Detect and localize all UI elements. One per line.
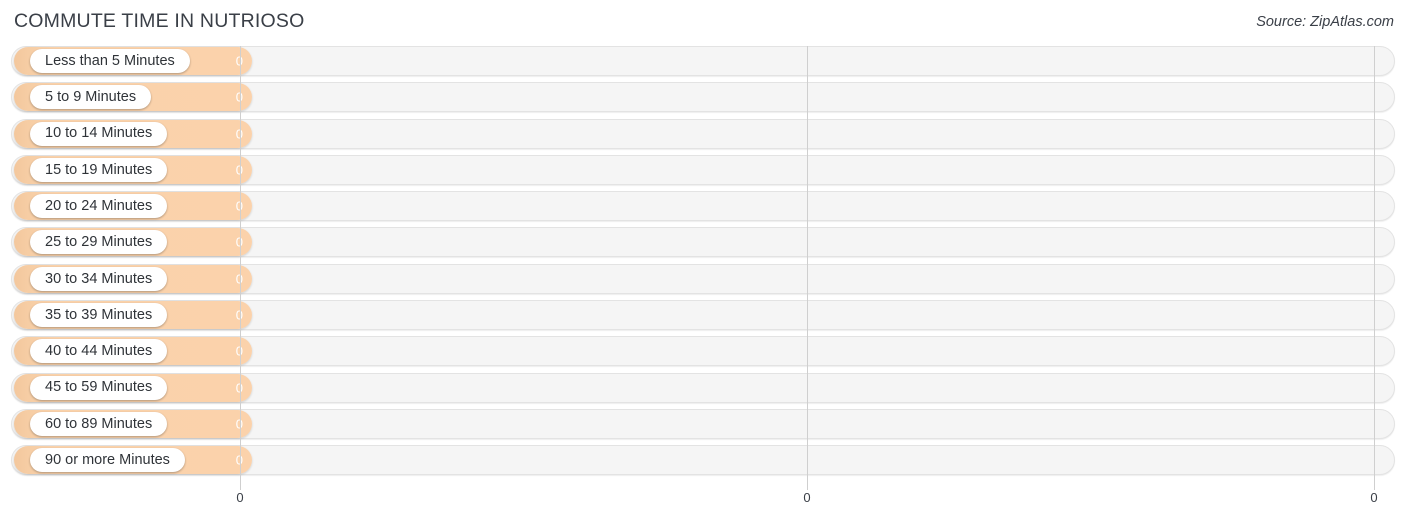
bar-category-label[interactable]: 45 to 59 Minutes [30, 375, 168, 400]
bar-value-label: 0 [235, 89, 243, 105]
bar-category-text: 35 to 39 Minutes [45, 306, 153, 323]
bar-category-text: 60 to 89 Minutes [45, 415, 153, 432]
bar-row[interactable]: 0 5 to 9 Minutes [0, 82, 1406, 113]
x-axis-tick-label: 0 [803, 490, 811, 505]
bar-category-text: 5 to 9 Minutes [45, 89, 137, 106]
bar-category-text: 20 to 24 Minutes [45, 197, 153, 214]
bar-row[interactable]: 0 20 to 24 Minutes [0, 191, 1406, 222]
bar-row[interactable]: 0 25 to 29 Minutes [0, 227, 1406, 258]
bar-row[interactable]: 0 60 to 89 Minutes [0, 408, 1406, 439]
bar-row[interactable]: 0 45 to 59 Minutes [0, 372, 1406, 403]
bar-value-label: 0 [235, 271, 243, 287]
bar-category-label[interactable]: 15 to 19 Minutes [30, 157, 168, 182]
chart-header: COMMUTE TIME IN NUTRIOSO Source: ZipAtla… [0, 0, 1406, 46]
bar-rows: 0 Less than 5 Minutes 0 5 to 9 Minutes 0 10 t… [0, 46, 1406, 482]
bar-value-label: 0 [235, 234, 243, 250]
bar-category-label[interactable]: 60 to 89 Minutes [30, 411, 168, 436]
bar-category-label[interactable]: 25 to 29 Minutes [30, 230, 168, 255]
bar-category-text: 45 to 59 Minutes [45, 379, 153, 396]
bar-category-label[interactable]: 35 to 39 Minutes [30, 303, 168, 328]
chart-plot-area: 0 Less than 5 Minutes 0 5 to 9 Minutes 0 10 t… [0, 46, 1406, 490]
bar-category-label[interactable]: Less than 5 Minutes [30, 49, 190, 73]
bar-value-label: 0 [235, 343, 243, 359]
bar-value-label: 0 [235, 162, 243, 178]
bar-row[interactable]: 0 10 to 14 Minutes [0, 118, 1406, 149]
bar-category-text: 10 to 14 Minutes [45, 125, 153, 142]
bar-value-label: 0 [235, 198, 243, 214]
source-attribution: Source: ZipAtlas.com [1256, 14, 1394, 30]
x-axis-tick-label: 0 [236, 490, 244, 505]
bar-row[interactable]: 0 15 to 19 Minutes [0, 154, 1406, 185]
bar-value-label: 0 [235, 126, 243, 142]
bar-category-text: 40 to 44 Minutes [45, 343, 153, 360]
bar-category-text: 30 to 34 Minutes [45, 270, 153, 287]
bar-row[interactable]: 0 35 to 39 Minutes [0, 300, 1406, 331]
x-axis-tick-label: 0 [1370, 490, 1378, 505]
bar-value-label: 0 [235, 53, 243, 69]
bar-row[interactable]: 0 90 or more Minutes [0, 445, 1406, 476]
bar-value-label: 0 [235, 307, 243, 323]
bar-category-text: 25 to 29 Minutes [45, 234, 153, 251]
bar-category-text: Less than 5 Minutes [45, 52, 175, 69]
bar-category-label[interactable]: 40 to 44 Minutes [30, 339, 168, 364]
bar-category-label[interactable]: 20 to 24 Minutes [30, 194, 168, 219]
bar-category-label[interactable]: 30 to 34 Minutes [30, 266, 168, 291]
bar-category-label[interactable]: 5 to 9 Minutes [30, 85, 152, 110]
bar-row[interactable]: 0 40 to 44 Minutes [0, 336, 1406, 367]
bar-category-label[interactable]: 10 to 14 Minutes [30, 121, 168, 146]
page-title: COMMUTE TIME IN NUTRIOSO [14, 10, 305, 32]
bar-category-text: 90 or more Minutes [45, 452, 170, 469]
x-axis: 0 0 0 [0, 490, 1406, 523]
bar-row[interactable]: 0 30 to 34 Minutes [0, 263, 1406, 294]
bar-value-label: 0 [235, 416, 243, 432]
bar-value-label: 0 [235, 452, 243, 468]
bar-value-label: 0 [235, 380, 243, 396]
bar-category-text: 15 to 19 Minutes [45, 161, 153, 178]
bar-category-label[interactable]: 90 or more Minutes [30, 448, 185, 473]
bar-row[interactable]: 0 Less than 5 Minutes [0, 46, 1406, 76]
